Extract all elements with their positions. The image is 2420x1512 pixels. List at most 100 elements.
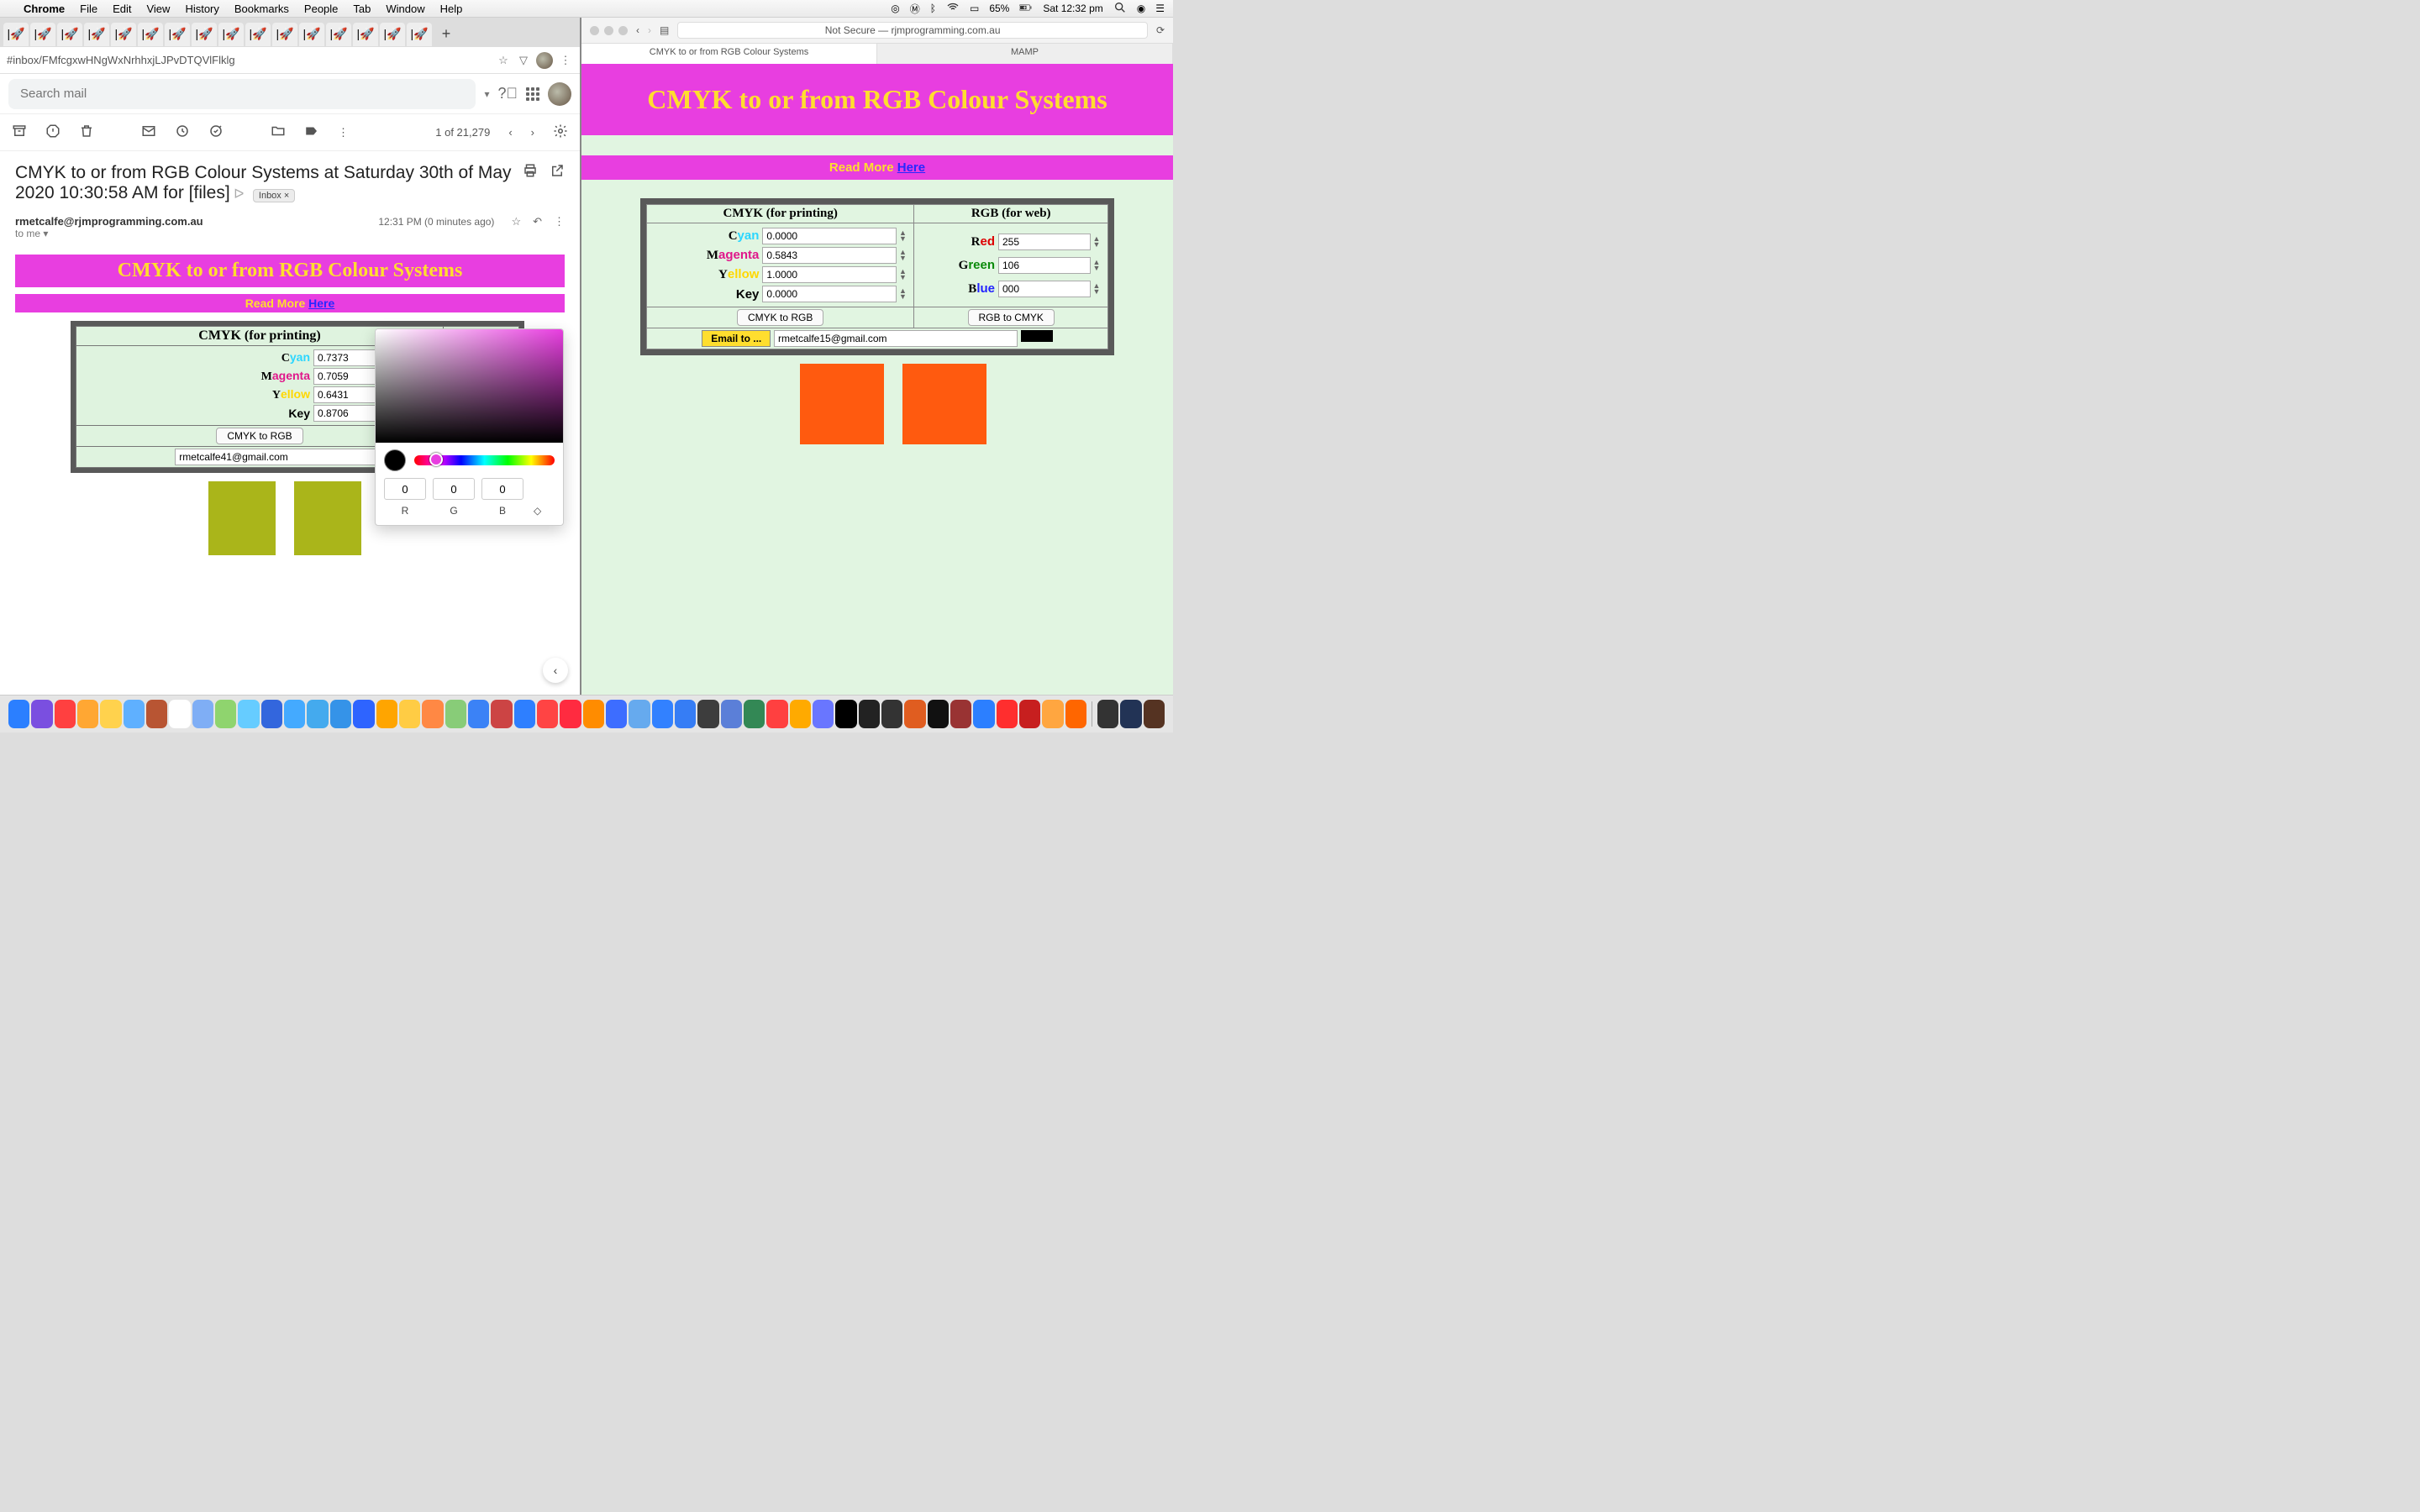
dock-app[interactable] <box>744 700 765 728</box>
dock-app[interactable] <box>606 700 627 728</box>
archive-icon[interactable] <box>12 123 27 141</box>
dock-app[interactable] <box>950 700 971 728</box>
chrome-tab[interactable]: |🚀 <box>84 23 109 46</box>
dock-app[interactable] <box>835 700 856 728</box>
email-to-button[interactable]: Email to ... <box>702 330 771 347</box>
to-caret-icon[interactable]: ▾ <box>43 228 48 239</box>
dock-app[interactable] <box>100 700 121 728</box>
new-tab-button[interactable]: + <box>434 23 459 46</box>
dock-app[interactable] <box>1019 700 1040 728</box>
stepper-icon[interactable]: ▲▼ <box>897 288 908 300</box>
picker-current-swatch[interactable] <box>384 449 406 471</box>
yellow-input[interactable] <box>762 266 897 283</box>
menu-window[interactable]: Window <box>386 3 424 15</box>
dock-app[interactable] <box>1065 700 1086 728</box>
chrome-tab[interactable]: |🚀 <box>165 23 190 46</box>
snooze-icon[interactable] <box>175 123 190 141</box>
picker-g-input[interactable] <box>433 478 475 500</box>
avast-icon[interactable]: ◎ <box>891 3 899 14</box>
dock-app[interactable] <box>238 700 259 728</box>
menu-bookmarks[interactable]: Bookmarks <box>234 3 289 15</box>
chrome-tab[interactable]: |🚀 <box>245 23 271 46</box>
menu-view[interactable]: View <box>146 3 170 15</box>
notification-center-icon[interactable]: ☰ <box>1155 3 1165 14</box>
hue-knob[interactable] <box>429 453 443 466</box>
chrome-url[interactable]: #inbox/FMfcgxwHNgWxNrhhxjLJPvDTQVlFlklg <box>7 54 491 66</box>
cmyk-to-rgb-button[interactable]: CMYK to RGB <box>737 309 823 326</box>
chrome-tab[interactable]: |🚀 <box>30 23 55 46</box>
dock-app[interactable] <box>146 700 167 728</box>
search-input[interactable] <box>8 79 476 109</box>
picker-b-input[interactable] <box>481 478 523 500</box>
dock-app[interactable] <box>376 700 397 728</box>
safari-sidebar-icon[interactable]: ▤ <box>660 24 669 36</box>
triangle-down-icon[interactable]: ▽ <box>516 53 531 68</box>
dock-app[interactable] <box>261 700 282 728</box>
safari-tab-1[interactable]: CMYK to or from RGB Colour Systems <box>581 44 877 64</box>
side-panel-toggle[interactable]: ‹ <box>543 658 568 683</box>
traffic-lights[interactable] <box>590 26 628 35</box>
red-input[interactable] <box>998 234 1091 250</box>
magenta-input[interactable] <box>762 247 897 264</box>
dock-app[interactable] <box>973 700 994 728</box>
dock-app[interactable] <box>307 700 328 728</box>
chrome-tab[interactable]: |🚀 <box>380 23 405 46</box>
stepper-icon[interactable]: ▲▼ <box>897 249 908 261</box>
chrome-tab[interactable]: |🚀 <box>218 23 244 46</box>
m-circle-icon[interactable]: Ⓜ <box>910 2 920 16</box>
dock-app[interactable] <box>8 700 29 728</box>
safari-reload-icon[interactable]: ⟳ <box>1156 24 1165 36</box>
dock-app[interactable] <box>859 700 880 728</box>
delete-icon[interactable] <box>79 123 94 141</box>
menu-people[interactable]: People <box>304 3 338 15</box>
cmyk-to-rgb-button[interactable]: CMYK to RGB <box>216 428 302 444</box>
kebab-icon[interactable]: ⋮ <box>558 53 573 68</box>
dock-app[interactable] <box>31 700 52 728</box>
dock-app[interactable] <box>192 700 213 728</box>
dock-app[interactable] <box>928 700 949 728</box>
dock-app[interactable] <box>77 700 98 728</box>
chrome-tab[interactable]: |🚀 <box>111 23 136 46</box>
dock-app[interactable] <box>881 700 902 728</box>
read-more-link[interactable]: Here <box>897 160 925 175</box>
account-avatar[interactable] <box>548 82 571 106</box>
task-icon[interactable] <box>208 123 224 141</box>
important-marker-icon[interactable]: ᐅ <box>234 187 244 202</box>
menu-help[interactable]: Help <box>440 3 463 15</box>
dock-app[interactable] <box>330 700 351 728</box>
stepper-icon[interactable]: ▲▼ <box>897 269 908 281</box>
dock-app[interactable] <box>55 700 76 728</box>
dock-app[interactable] <box>1144 700 1165 728</box>
dock-app[interactable] <box>697 700 718 728</box>
dock-app[interactable] <box>284 700 305 728</box>
chrome-tab[interactable]: |🚀 <box>138 23 163 46</box>
stepper-icon[interactable]: ▲▼ <box>1091 260 1102 271</box>
move-icon[interactable] <box>271 123 286 141</box>
chrome-tab[interactable]: |🚀 <box>326 23 351 46</box>
dock-app[interactable] <box>445 700 466 728</box>
star-icon[interactable]: ☆ <box>511 215 521 228</box>
cyan-input[interactable] <box>762 228 897 244</box>
safari-forward-icon[interactable]: › <box>648 24 651 36</box>
label-icon[interactable] <box>304 123 319 141</box>
display-icon[interactable]: ▭ <box>970 3 979 14</box>
dock-app[interactable] <box>1042 700 1063 728</box>
stepper-icon[interactable]: ▲▼ <box>1091 236 1102 248</box>
mark-unread-icon[interactable] <box>141 123 156 141</box>
spotlight-icon[interactable] <box>1113 1 1127 17</box>
dock-app[interactable] <box>124 700 145 728</box>
menu-tab[interactable]: Tab <box>353 3 371 15</box>
dock-app[interactable] <box>997 700 1018 728</box>
safari-url[interactable]: Not Secure — rjmprogramming.com.au <box>677 22 1148 39</box>
picker-model-select[interactable]: ◇ <box>534 505 541 517</box>
dock-app[interactable] <box>1097 700 1118 728</box>
chrome-tab[interactable]: |🚀 <box>272 23 297 46</box>
prev-icon[interactable]: ‹ <box>508 126 512 139</box>
dock-app[interactable] <box>675 700 696 728</box>
next-icon[interactable]: › <box>531 126 534 139</box>
safari-tab-2[interactable]: MAMP <box>877 44 1173 64</box>
dock-app[interactable] <box>491 700 512 728</box>
dock-app[interactable] <box>813 700 834 728</box>
dock-app[interactable] <box>215 700 236 728</box>
chrome-tab[interactable]: |🚀 <box>192 23 217 46</box>
